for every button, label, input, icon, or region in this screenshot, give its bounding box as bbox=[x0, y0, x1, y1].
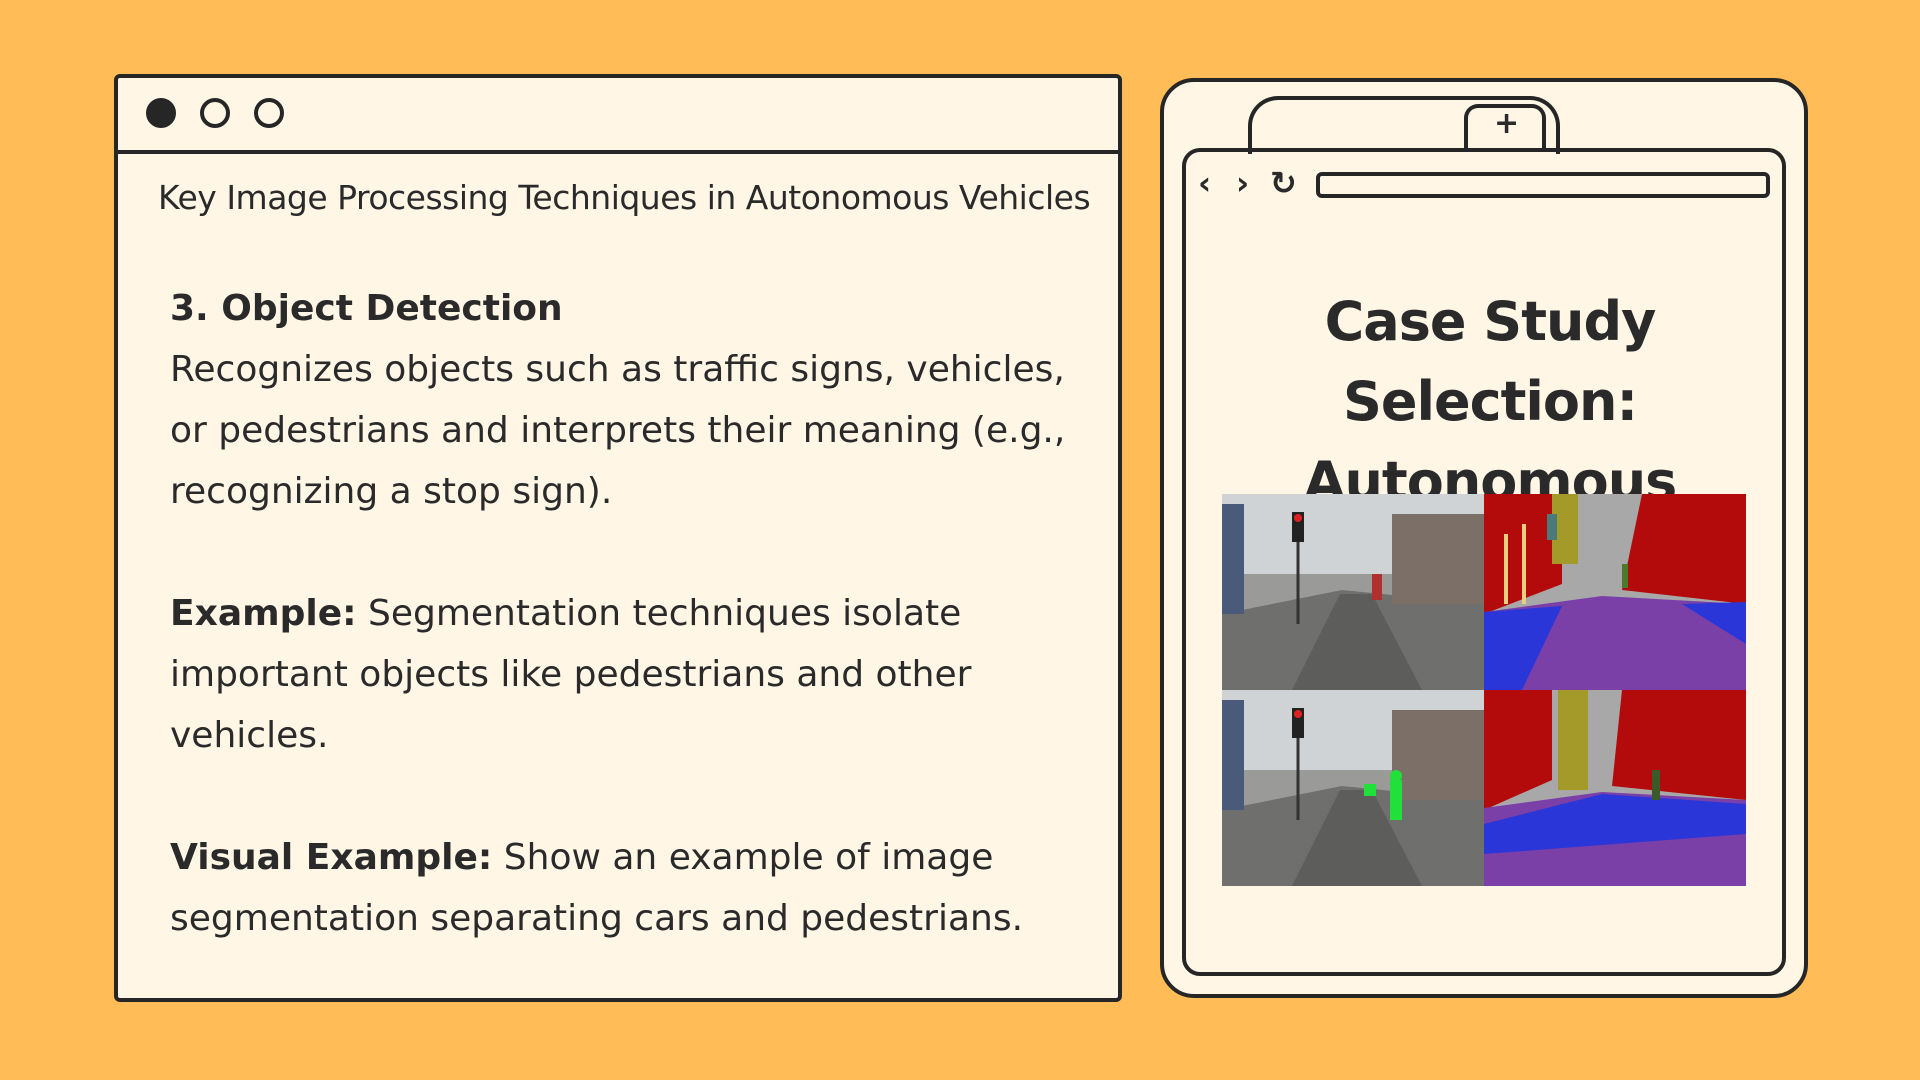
window-control-close[interactable] bbox=[146, 98, 176, 128]
segmentation-map-top bbox=[1484, 494, 1746, 690]
left-window: Key Image Processing Techniques in Auton… bbox=[114, 74, 1122, 1002]
street-photo-top bbox=[1222, 494, 1484, 690]
plus-icon[interactable]: + bbox=[1494, 106, 1519, 141]
back-arrow-icon[interactable]: ‹ bbox=[1198, 164, 1211, 202]
section-heading: 3. Object Detection bbox=[170, 288, 563, 329]
window-control-minimize[interactable] bbox=[200, 98, 230, 128]
example-paragraph: Example: Segmentation techniques isolate… bbox=[170, 583, 1090, 766]
visual-example-paragraph: Visual Example: Show an example of image… bbox=[170, 827, 1090, 949]
visual-example-label: Visual Example: bbox=[170, 837, 493, 878]
window-titlebar bbox=[118, 78, 1118, 154]
example-label: Example: bbox=[170, 593, 357, 634]
case-study-title-line1: Case Study Selection: bbox=[1324, 290, 1657, 433]
section-description: Recognizes objects such as traffic signs… bbox=[170, 349, 1066, 512]
address-bar[interactable] bbox=[1316, 172, 1770, 198]
segmentation-example-image bbox=[1222, 494, 1746, 886]
segmentation-example-illustration bbox=[1222, 494, 1746, 886]
segmentation-map-bottom bbox=[1484, 690, 1746, 886]
reload-icon[interactable]: ↻ bbox=[1270, 164, 1297, 202]
street-photo-bottom bbox=[1222, 690, 1484, 886]
slide-title: Key Image Processing Techniques in Auton… bbox=[158, 178, 1091, 217]
content-body: 3. Object Detection Recognizes objects s… bbox=[170, 278, 1090, 1010]
browser-window: + ‹ › ↻ Case Study Selection: Autonomous… bbox=[1160, 78, 1808, 998]
window-control-maximize[interactable] bbox=[254, 98, 284, 128]
forward-arrow-icon[interactable]: › bbox=[1236, 164, 1249, 202]
